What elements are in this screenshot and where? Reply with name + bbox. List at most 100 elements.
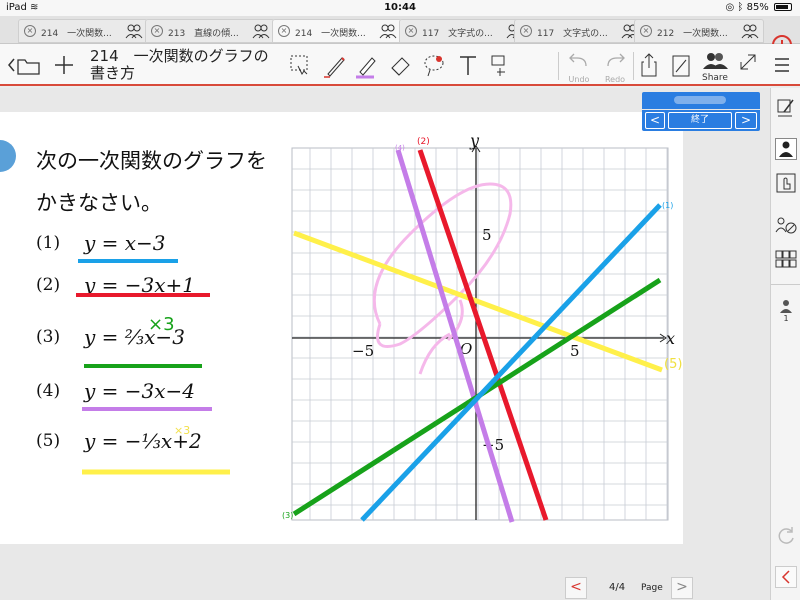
close-icon[interactable]: × bbox=[151, 25, 163, 37]
pen-icon bbox=[324, 57, 345, 78]
tab-item[interactable]: × 213 直線の傾... bbox=[145, 19, 275, 43]
x-tick-pos: 5 bbox=[570, 342, 580, 360]
page-edit-icon bbox=[672, 55, 690, 77]
document-title-line1: 214 一次関数のグラフの bbox=[90, 47, 269, 65]
redo-icon bbox=[607, 53, 625, 67]
people-icon bbox=[252, 23, 270, 42]
page-label: Page bbox=[641, 583, 663, 593]
timer-controls: < 終了 > bbox=[642, 110, 760, 131]
hand-card-icon bbox=[491, 55, 505, 76]
tab-label: 212 一次関数... bbox=[657, 29, 728, 39]
lasso-erase-button[interactable] bbox=[420, 50, 448, 80]
line-4-label: (4) bbox=[395, 144, 405, 152]
right-side-panel: 1 bbox=[770, 88, 800, 600]
close-icon[interactable]: × bbox=[405, 25, 417, 37]
fullscreen-button[interactable] bbox=[736, 50, 760, 80]
red-pen-button[interactable] bbox=[320, 50, 348, 80]
x-tick-neg: −5 bbox=[352, 342, 374, 360]
toolbar: 214 一次関数のグラフの 書き方 Undo Redo Share bbox=[0, 44, 800, 86]
tab-label: 214 一次関数... bbox=[295, 29, 366, 39]
eraser-icon bbox=[391, 57, 410, 76]
presenter-button[interactable] bbox=[775, 138, 797, 160]
close-icon[interactable]: × bbox=[24, 25, 36, 37]
item-number: (1) bbox=[36, 233, 60, 253]
close-icon[interactable]: × bbox=[520, 25, 532, 37]
clock: 10:44 bbox=[384, 2, 416, 13]
next-page-button[interactable]: > bbox=[671, 577, 693, 599]
end-button[interactable]: 終了 bbox=[668, 112, 732, 129]
participants-button[interactable]: 1 bbox=[775, 298, 797, 323]
people-block-icon bbox=[775, 217, 797, 234]
timer-display bbox=[642, 92, 760, 109]
highlighter-icon bbox=[356, 57, 376, 79]
line-5-label: (5) bbox=[664, 357, 682, 372]
undo-button[interactable]: Undo bbox=[562, 50, 596, 84]
mute-participants-button[interactable] bbox=[775, 214, 797, 236]
blurred-timer-text bbox=[674, 96, 726, 104]
export-button[interactable] bbox=[636, 50, 662, 80]
text-icon bbox=[460, 56, 476, 75]
battery-percent: 85% bbox=[746, 2, 769, 13]
page-navigator: < 4/4 Page > bbox=[565, 577, 695, 599]
people-icon bbox=[379, 23, 397, 42]
collapse-panel-button[interactable] bbox=[775, 566, 797, 588]
menu-button[interactable] bbox=[770, 50, 794, 80]
tab-label: 117 文字式の... bbox=[537, 29, 608, 39]
pointer-button[interactable] bbox=[775, 172, 797, 194]
share-button[interactable]: Share bbox=[700, 50, 730, 83]
prompt-line-1: 次の一次関数のグラフを bbox=[36, 149, 267, 173]
add-button[interactable] bbox=[52, 50, 76, 80]
equation-4: y = −3x−4 bbox=[83, 379, 195, 403]
lasso-icon bbox=[290, 55, 308, 75]
timer-next-button[interactable]: > bbox=[735, 112, 757, 129]
panel-divider bbox=[771, 284, 800, 285]
tab-item[interactable]: × 214 一次関数... bbox=[18, 19, 148, 43]
item-number: (5) bbox=[36, 431, 60, 451]
tab-item[interactable]: × 117 文字式の... bbox=[514, 19, 644, 43]
back-folder-button[interactable] bbox=[6, 50, 44, 80]
prompt-line-2: かきなさい。 bbox=[36, 191, 162, 215]
handwritten-annotation: ×3 bbox=[148, 314, 175, 335]
tab-label: 214 一次関数... bbox=[41, 29, 112, 39]
person-icon bbox=[779, 141, 793, 157]
x-axis-label: x bbox=[666, 329, 675, 348]
tab-label: 117 文字式の... bbox=[422, 29, 493, 39]
sync-button[interactable] bbox=[775, 524, 797, 546]
page-indicator: 4/4 bbox=[609, 582, 626, 593]
share-people-icon bbox=[703, 53, 728, 69]
text-tool-button[interactable] bbox=[454, 50, 482, 80]
thumbnails-button[interactable] bbox=[775, 248, 797, 270]
close-icon[interactable]: × bbox=[640, 25, 652, 37]
marker-button[interactable] bbox=[352, 50, 380, 80]
lasso-erase-icon bbox=[424, 55, 444, 77]
redo-label: Redo bbox=[604, 75, 626, 84]
expand-icon bbox=[740, 54, 756, 70]
location-icon: ◎ bbox=[725, 2, 735, 13]
eraser-button[interactable] bbox=[386, 50, 414, 80]
y-tick-pos: 5 bbox=[482, 226, 492, 244]
y-axis-label: y bbox=[469, 131, 480, 150]
hamburger-icon bbox=[775, 58, 789, 72]
annotate-button[interactable] bbox=[775, 96, 797, 118]
prev-page-button[interactable]: < bbox=[565, 577, 587, 599]
lasso-select-button[interactable] bbox=[286, 50, 314, 80]
toolbar-divider bbox=[633, 52, 634, 80]
close-icon[interactable]: × bbox=[278, 25, 290, 37]
plus-icon bbox=[55, 56, 73, 74]
tab-item[interactable]: × 212 一次関数... bbox=[634, 19, 764, 43]
edit-page-button[interactable] bbox=[668, 50, 694, 80]
document-title: 214 一次関数のグラフの 書き方 bbox=[90, 48, 290, 82]
status-right: ◎ ᛒ 85% bbox=[725, 2, 792, 13]
item-number: (3) bbox=[36, 327, 60, 347]
whiteboard-page[interactable]: 次の一次関数のグラフを かきなさい。 (1) y = x−3 (2) y = −… bbox=[0, 112, 683, 544]
line-3-label: (3) bbox=[282, 511, 293, 520]
pen-board-icon bbox=[777, 99, 794, 117]
chevron-left-icon bbox=[781, 570, 790, 584]
redo-button[interactable]: Redo bbox=[598, 50, 632, 84]
export-icon bbox=[641, 53, 657, 77]
timer-prev-button[interactable]: < bbox=[645, 112, 665, 129]
tab-item[interactable]: × 117 文字式の... bbox=[399, 19, 529, 43]
item-number: (2) bbox=[36, 275, 60, 295]
tab-item[interactable]: × 214 一次関数... bbox=[272, 19, 402, 43]
shape-tool-button[interactable] bbox=[486, 50, 514, 80]
